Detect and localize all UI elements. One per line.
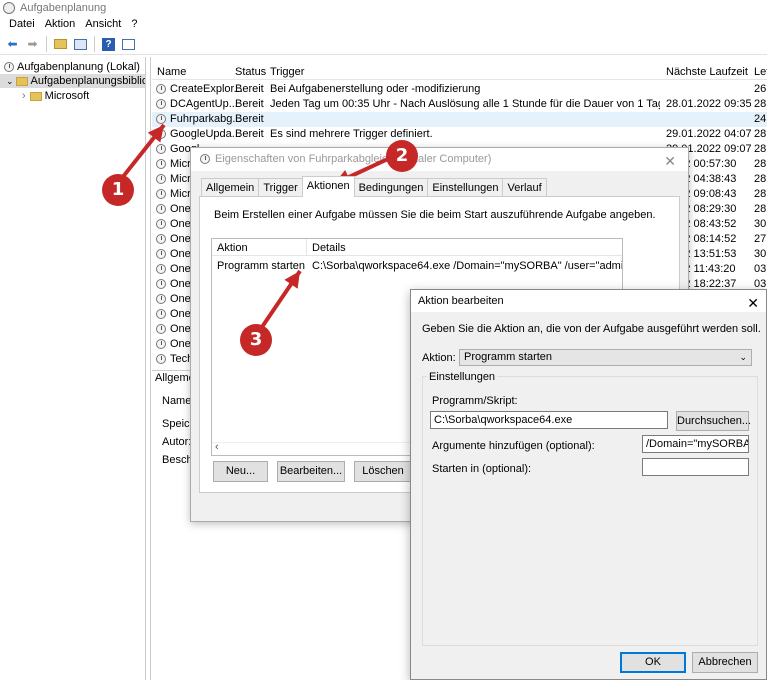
annotation-arrow-3-head	[284, 271, 300, 289]
annotation-marker-1: 1	[102, 174, 134, 206]
annotation-arrows	[120, 123, 391, 329]
tab-aktionen[interactable]: Aktionen	[301, 176, 355, 197]
annotation-marker-3: 3	[240, 324, 272, 356]
annotation-marker-2: 2	[386, 140, 418, 172]
